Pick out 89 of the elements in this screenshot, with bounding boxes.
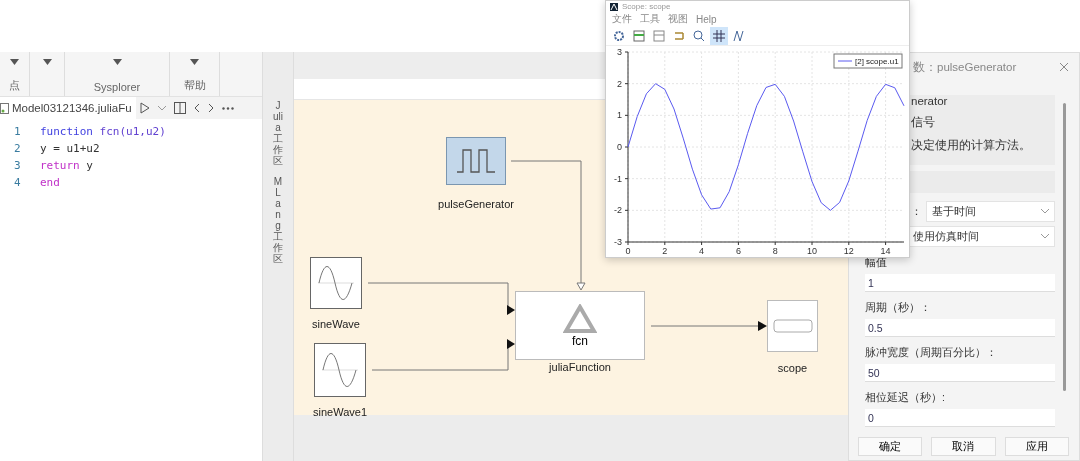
sine-block[interactable] [310,257,362,309]
pulse-block[interactable] [446,137,506,185]
input-field[interactable]: 1 [865,274,1055,292]
play-icon [139,102,150,114]
block-label: sineWave1 [313,406,367,418]
dialog-button[interactable]: 取消 [931,437,996,456]
field-label: 相位延迟（秒）: [865,391,946,405]
code-line: return y [40,159,93,172]
function-block[interactable]: fcn [515,291,645,360]
sine-wave-icon [316,263,356,303]
ribbon-group-label: 帮助 [183,78,206,93]
x-tick-label: 0 [625,246,631,256]
grid-icon [713,29,725,42]
input-field[interactable]: 0 [865,409,1055,427]
legend-label: [2] scope.u1 [855,57,900,66]
chevron-right-icon [207,103,214,113]
chevron-down-icon [157,105,166,111]
x-tick-label: 4 [699,246,705,256]
caret-icon [42,59,52,65]
waveform-icon [733,29,747,42]
block-label: juliaFunction [549,361,611,373]
code-line: function fcn(u1,u2) [40,125,166,138]
field-label: ： [911,204,922,219]
y-tick-label: 2 [617,78,622,89]
y-tick-label: 3 [617,47,622,57]
chevron-down-icon [1041,209,1049,214]
field-label: 幅值 [865,256,888,270]
sine-block[interactable] [314,343,366,397]
sine-wave-icon [320,350,360,390]
ribbon-group-label: Sysplorer [93,81,141,93]
group-description: 决定使用的计算方法。 [911,138,1032,153]
close-icon [1059,62,1069,72]
caret-icon [190,59,199,65]
ribbon-group-label: 点 [9,78,20,93]
y-tick-label: -3 [614,237,622,247]
line-number: 2 [13,142,22,155]
code-line: end [40,176,60,189]
line-number: 3 [13,159,22,172]
menu-item[interactable]: 工具 [640,12,660,26]
menu-item[interactable]: Help [696,13,717,25]
menu-item[interactable]: 视图 [668,12,688,26]
group-name: 信号 [911,115,936,130]
table-icon [653,29,665,42]
split-icon [173,102,186,114]
y-tick-label: -2 [614,205,622,216]
select-field[interactable]: 基于时间 [926,201,1055,222]
side-panel-tab[interactable]: MLang 工作区 [273,176,283,264]
caret-icon [10,59,19,65]
zoom-icon [693,29,705,42]
select-field[interactable]: 使用仿真时间 [907,226,1055,247]
window-title: Scope: scope [622,2,671,11]
input-field[interactable]: 0.5 [865,319,1055,337]
file-icon [0,102,9,114]
dialog-title: 数：pulseGenerator [913,59,1017,75]
group-title: nerator [911,95,949,107]
block-label: sineWave [312,318,360,330]
dialog-button[interactable]: 确定 [858,437,923,456]
side-panel-tab[interactable]: Julia 工作区 [273,100,283,166]
grid-toggle-button[interactable] [710,26,728,45]
file-tab[interactable]: Model03121346.juliaFu [0,97,136,119]
field-label: 周期（秒）： [865,301,932,315]
menu-item[interactable]: 文件 [612,12,632,26]
triangle-icon [563,303,597,334]
y-tick-label: 1 [617,110,622,121]
display-screen-icon [772,319,813,333]
field-label: 脉冲宽度（周期百分比）： [865,346,998,360]
settings-icon [613,29,625,42]
x-tick-label: 8 [772,246,778,256]
line-number: 1 [13,125,22,138]
line-number: 4 [13,176,22,189]
x-tick-label: 10 [807,246,817,256]
more-icon [221,106,234,110]
x-tick-label: 14 [880,246,891,256]
chart-legend: [2] scope.u1 [833,53,903,69]
chevron-left-icon [193,103,200,113]
x-tick-label: 6 [735,246,741,256]
y-tick-label: -1 [614,173,622,184]
table-icon [633,29,645,42]
dialog-button[interactable]: 应用 [1004,437,1069,456]
caret-icon [112,59,122,65]
y-tick-label: 0 [617,142,622,152]
block-label: pulseGenerator [438,198,514,210]
input-field[interactable]: 50 [865,364,1055,382]
block-label: scope [777,362,808,374]
x-tick-label: 2 [662,246,668,256]
block-title: fcn [572,333,588,348]
x-tick-label: 12 [843,246,854,256]
code-line: y = u1+u2 [40,142,100,155]
chevron-down-icon [1041,234,1049,239]
